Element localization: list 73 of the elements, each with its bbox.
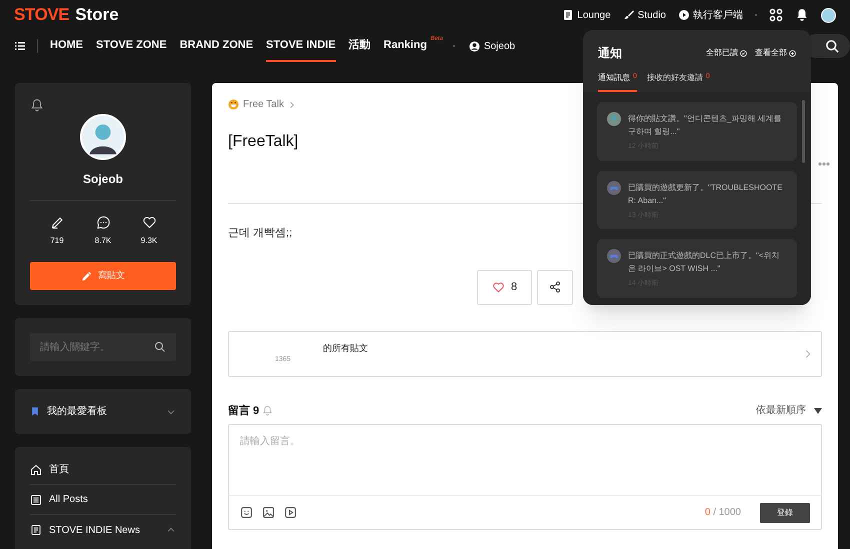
keyword-search-field[interactable]: 請輸入關鍵字。 [30, 333, 176, 361]
favorites-label[interactable]: 我的最愛看板 [47, 404, 166, 419]
like-button[interactable]: 8 [477, 270, 532, 304]
post-body: 근데 개빡셈;; [228, 226, 294, 241]
submit-button[interactable]: 登錄 [760, 502, 810, 522]
nav-tab[interactable]: BRAND ZONE [180, 30, 254, 62]
heart-icon [492, 280, 505, 294]
chevron-icon [803, 348, 813, 360]
sort-dropdown[interactable]: 依最新順序 [756, 403, 822, 418]
search-icon [825, 38, 840, 54]
profile-name: Sojeob [82, 171, 124, 188]
top-link[interactable]: 執行客戶端 [678, 8, 743, 22]
char-limit: / 1000 [713, 507, 741, 518]
video-icon[interactable] [284, 506, 297, 519]
bell-icon[interactable] [30, 98, 44, 112]
notification-text: 已購買的正式遊戲的DLC已上市了。"<위치 온 라이브> OST WISH ..." [628, 250, 781, 275]
pencil-icon [81, 270, 92, 282]
top-link[interactable]: Studio [622, 8, 666, 22]
menu-icon[interactable] [14, 40, 26, 52]
stat-count: 9.3K [140, 235, 158, 247]
avatar [80, 114, 126, 160]
share-icon [549, 281, 561, 293]
apps-grid-icon[interactable] [769, 8, 783, 22]
smiley-icon [228, 99, 239, 110]
nav-tab[interactable]: STOVE INDIE [266, 30, 336, 62]
news-icon [30, 524, 42, 536]
plus-circle-icon [789, 50, 796, 56]
keyword-input[interactable]: 請輸入關鍵字。 [40, 340, 154, 354]
chevron-icon [288, 100, 296, 108]
view-all-link[interactable]: 查看全部 [755, 47, 796, 59]
user-icon [468, 40, 480, 52]
menu-item[interactable]: STOVE INDIE News [49, 522, 159, 538]
image-icon[interactable] [262, 506, 275, 519]
gamepad-icon [607, 180, 621, 194]
user-link[interactable]: Sojeob [468, 30, 516, 62]
scrollbar[interactable] [802, 100, 805, 163]
notification-text: 得你的貼文讚。"언디콘텐츠_파밍해 세계를 구하며 힐링..." [628, 113, 783, 138]
avatar [607, 112, 621, 126]
play-icon [678, 9, 690, 21]
home-icon [30, 464, 42, 476]
logo-brand[interactable]: STOVE [14, 2, 70, 28]
char-count: 0 [704, 507, 710, 518]
bookmark-icon [30, 406, 40, 417]
bell-icon[interactable] [795, 8, 809, 22]
stat-count: 8.7K [94, 235, 112, 247]
comment-input[interactable]: 請輸入留言。 [228, 424, 822, 495]
notification-text: 已購買的遊戲更新了。"TROUBLESHOOTER: Aban..." [628, 182, 784, 206]
menu-item[interactable]: All Posts [49, 492, 159, 507]
stat-count: 719 [50, 235, 64, 247]
comments-title: 留言 9 [228, 404, 260, 418]
nav-tab[interactable]: 活動 [348, 30, 371, 62]
brush-icon [622, 9, 635, 21]
check-circle-icon [740, 50, 747, 56]
post-title: [FreeTalk] [228, 132, 298, 152]
share-button[interactable] [537, 270, 573, 304]
likes-icon [142, 215, 156, 230]
comments-icon [96, 215, 110, 230]
doc-icon [562, 9, 574, 21]
menu-item[interactable]: 首頁 [49, 462, 159, 477]
nav-tab[interactable]: HOME [50, 30, 83, 62]
search-icon[interactable] [154, 341, 166, 353]
gamepad-icon [607, 249, 621, 263]
top-link[interactable]: Lounge [562, 8, 611, 22]
emoji-icon[interactable] [240, 506, 253, 519]
nav-tab[interactable]: STOVE ZONE [96, 30, 167, 62]
logo-product[interactable]: Store [75, 2, 119, 28]
user-avatar[interactable] [821, 8, 836, 22]
mark-all-read-link[interactable]: 全部已讀 [706, 47, 747, 59]
caret-icon [814, 408, 822, 414]
list-icon [30, 494, 42, 506]
author-posts-label: 的所有貼文 [323, 342, 369, 354]
posts-icon [50, 215, 64, 230]
panel-title: 通知 [598, 45, 623, 62]
